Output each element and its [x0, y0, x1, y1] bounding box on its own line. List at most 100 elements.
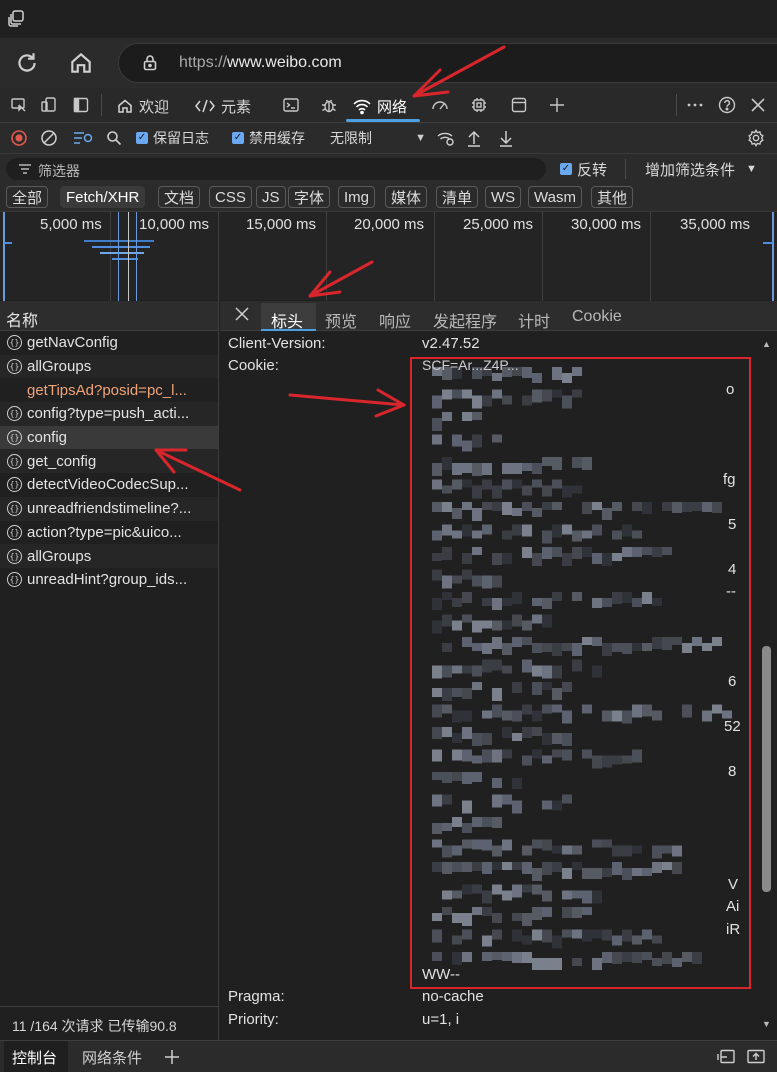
invert-checkbox[interactable]: ✓ 反转 [560, 160, 607, 179]
device-emulation-icon[interactable] [40, 96, 58, 114]
request-row-selected[interactable]: {} config [0, 425, 218, 450]
export-har-icon[interactable] [498, 129, 514, 147]
tab-headers[interactable]: 标头 [271, 308, 303, 332]
checkbox-checked[interactable]: ✓ [232, 132, 244, 144]
chevron-down-icon: ▼ [746, 163, 757, 175]
request-row[interactable]: {} unreadHint?group_ids... [0, 568, 218, 592]
filter-input[interactable]: 筛选器 [6, 158, 546, 180]
gear-icon[interactable] [746, 129, 766, 147]
request-row[interactable]: {} detectVideoCodecSup... [0, 473, 218, 497]
more-options-icon[interactable] [686, 96, 704, 114]
request-list: 名称 {} getNavConfig {} allGroups getTipsAd?… [0, 301, 219, 1040]
close-icon[interactable] [234, 306, 250, 322]
request-detail-pane: 标头 预览 响应 发起程序 计时 Cookie Client-Version: … [220, 301, 777, 1040]
tab-welcome[interactable]: 欢迎 [116, 94, 169, 118]
annotation-box [410, 357, 751, 989]
type-chip-css[interactable]: CSS [209, 186, 252, 208]
workspaces-icon[interactable] [6, 8, 26, 28]
dock-side-icon[interactable] [72, 96, 90, 114]
xhr-icon: {} [7, 406, 22, 422]
close-icon[interactable] [749, 96, 767, 114]
type-chip-fetch-xhr[interactable]: Fetch/XHR [60, 186, 146, 208]
address-bar[interactable]: https://www.weibo.com [118, 43, 777, 83]
scroll-down-icon[interactable]: ▼ [762, 1019, 771, 1029]
url-text[interactable]: https://www.weibo.com [179, 54, 342, 72]
drawer-tab-network-conditions[interactable]: 网络条件 [82, 1047, 142, 1068]
more-filters-dropdown[interactable]: 增加筛选条件 ▼ [645, 160, 757, 179]
clear-icon[interactable] [40, 129, 58, 147]
request-row[interactable]: {} get_config [0, 449, 218, 474]
type-chip-js[interactable]: JS [256, 186, 286, 208]
tab-preview[interactable]: 预览 [325, 308, 357, 332]
header-key: Priority: [228, 1011, 279, 1028]
help-icon[interactable] [718, 96, 736, 114]
scrollbar-thumb[interactable] [762, 646, 771, 892]
network-conditions-icon[interactable] [436, 129, 456, 147]
request-name: unreadfriendstimeline?... [27, 500, 192, 518]
code-icon [195, 99, 215, 113]
drawer-tab-console[interactable]: 控制台 [12, 1047, 57, 1068]
preserve-log-checkbox[interactable]: ✓ 保留日志 [136, 129, 209, 147]
add-icon[interactable] [164, 1049, 180, 1065]
lock-icon[interactable] [141, 54, 159, 72]
undock-drawer-icon[interactable] [746, 1049, 766, 1065]
timeline-marker [136, 212, 137, 301]
type-chip-all[interactable]: 全部 [6, 186, 49, 208]
console-icon[interactable] [282, 96, 300, 114]
tab-response[interactable]: 响应 [379, 308, 411, 332]
type-chip-ws[interactable]: WS [485, 186, 522, 208]
memory-icon[interactable] [470, 96, 488, 114]
request-name: allGroups [27, 547, 92, 565]
throttling-select[interactable]: 无限制 ▼ [330, 129, 426, 147]
type-chip-doc[interactable]: 文档 [158, 186, 201, 208]
network-overview-timeline[interactable]: 5,000 ms 10,000 ms 15,000 ms 20,000 ms 2… [0, 211, 777, 301]
request-name: unreadHint?group_ids... [27, 571, 188, 589]
add-tool-icon[interactable] [548, 96, 566, 114]
import-har-icon[interactable] [466, 129, 482, 147]
type-chip-font[interactable]: 字体 [288, 186, 331, 208]
tab-timing[interactable]: 计时 [518, 308, 550, 332]
application-icon[interactable] [510, 96, 528, 114]
tab-initiator[interactable]: 发起程序 [433, 308, 497, 332]
home-icon [118, 99, 132, 113]
scroll-up-icon[interactable]: ▲ [762, 339, 771, 349]
xhr-icon: {} [7, 477, 22, 493]
timeline-request-bar [100, 252, 144, 254]
filter-settings-icon[interactable] [72, 129, 94, 147]
disable-cache-checkbox[interactable]: ✓ 禁用缓存 [232, 129, 305, 147]
request-name: allGroups [27, 358, 92, 376]
request-row[interactable]: getTipsAd?posid=pc_l... [0, 378, 218, 402]
type-chip-img[interactable]: Img [338, 186, 376, 208]
request-row[interactable]: {} allGroups [0, 354, 218, 379]
request-row[interactable]: {} unreadfriendstimeline?... [0, 496, 218, 521]
search-icon[interactable] [106, 129, 122, 147]
tab-network[interactable]: 网络 [352, 94, 407, 118]
record-icon[interactable] [10, 129, 28, 147]
tab-cookies[interactable]: Cookie [572, 308, 622, 326]
browser-titlebar [0, 0, 777, 38]
checkbox-checked[interactable]: ✓ [136, 132, 148, 144]
request-row[interactable]: {} action?type=pic&uico... [0, 521, 218, 545]
reload-icon[interactable] [14, 50, 40, 76]
checkbox-checked[interactable]: ✓ [560, 163, 572, 175]
xhr-icon: {} [7, 453, 22, 469]
device-inspect-icon[interactable] [10, 96, 28, 114]
column-header-name[interactable]: 名称 [0, 301, 218, 331]
request-row[interactable]: {} allGroups [0, 544, 218, 568]
type-chip-manifest[interactable]: 清单 [436, 186, 479, 208]
type-chip-wasm[interactable]: Wasm [528, 186, 582, 208]
xhr-icon: {} [7, 335, 22, 351]
request-row[interactable]: {} getNavConfig [0, 331, 218, 355]
home-icon[interactable] [68, 50, 94, 76]
type-chip-media[interactable]: 媒体 [385, 186, 428, 208]
type-chip-other[interactable]: 其他 [591, 186, 634, 208]
filter-row: 筛选器 ✓ 反转 增加筛选条件 ▼ [0, 153, 777, 183]
performance-icon[interactable] [431, 96, 449, 114]
request-name: action?type=pic&uico... [27, 523, 182, 541]
tab-elements[interactable]: 元素 [194, 94, 251, 118]
dock-drawer-icon[interactable] [716, 1049, 736, 1065]
devtools-tabstrip: 欢迎 元素 网络 [0, 88, 777, 123]
request-row[interactable]: {} config?type=push_acti... [0, 402, 218, 426]
tab-label: 网络 [377, 98, 408, 116]
bug-icon[interactable] [320, 96, 338, 114]
